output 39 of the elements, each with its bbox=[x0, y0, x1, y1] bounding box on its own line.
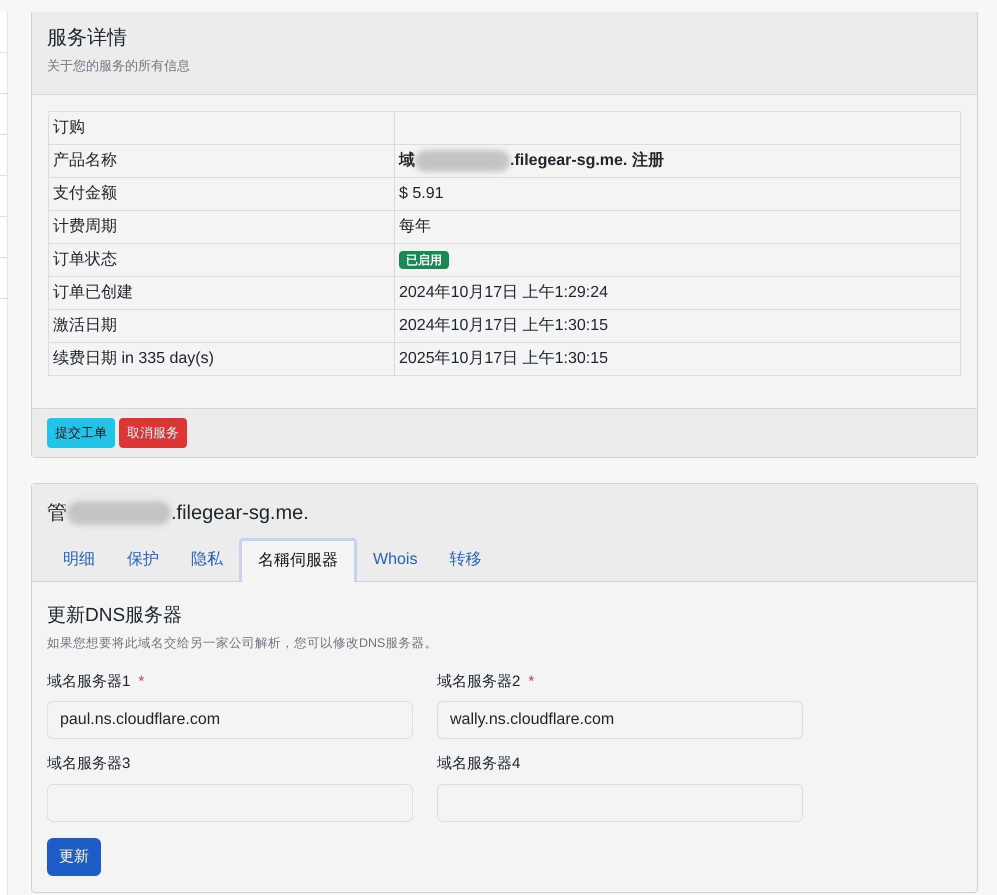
tab[interactable]: 名稱伺服器 bbox=[239, 538, 357, 582]
tab[interactable]: 明细 bbox=[47, 538, 111, 582]
tab[interactable]: 隐私 bbox=[175, 538, 239, 582]
nameserver-field[interactable]: wally.ns.cloudflare.com bbox=[437, 701, 803, 740]
tab[interactable]: 转移 bbox=[433, 538, 498, 582]
table-cell: 2024年10月17日 上午1:29:24 bbox=[399, 284, 608, 300]
product-name-start: 域 bbox=[399, 150, 415, 170]
table-cell: 订单状态 bbox=[48, 243, 394, 276]
table-cell: $ 5.91 bbox=[399, 184, 444, 202]
section-heading: 更新DNS服务器 bbox=[47, 604, 184, 628]
card-title-start: 管 bbox=[47, 500, 67, 526]
table-cell: 2025年10月17日 上午1:30:15 bbox=[399, 350, 608, 366]
table-cell: 每年 bbox=[399, 218, 431, 234]
section-description: 如果您想要将此域名交给另一家公司解析，您可以修改DNS服务器。 bbox=[47, 635, 438, 652]
product-name-end: .filegear-sg.me. 注册 bbox=[510, 150, 664, 170]
field-label: 域名服务器4 bbox=[437, 754, 520, 774]
tab[interactable]: 保护 bbox=[111, 538, 175, 582]
table-cell: 订购 bbox=[48, 111, 394, 144]
action-button[interactable]: 取消服务 bbox=[119, 418, 187, 448]
card-title: 服务详情 bbox=[47, 26, 128, 51]
table-cell: 产品名称 bbox=[48, 144, 394, 177]
table-cell: 支付金额 bbox=[48, 177, 394, 210]
status-badge: 已启用 bbox=[399, 250, 449, 268]
field-label: 域名服务器2 bbox=[437, 672, 520, 692]
table-cell: 续费日期 in 335 day(s) bbox=[48, 342, 394, 375]
table-cell: 激活日期 bbox=[48, 309, 394, 342]
table-cell: 计费周期 bbox=[48, 210, 394, 243]
field-label: 域名服务器1 bbox=[47, 672, 130, 692]
required-mark: * bbox=[138, 672, 144, 692]
required-mark: * bbox=[528, 672, 534, 692]
table-cell: 订单已创建 bbox=[48, 276, 394, 309]
update-button[interactable]: 更新 bbox=[47, 838, 101, 876]
action-button[interactable]: 提交工单 bbox=[47, 418, 115, 448]
field-label: 域名服务器3 bbox=[47, 754, 130, 774]
card-subtitle: 关于您的服务的所有信息 bbox=[47, 57, 191, 75]
tab[interactable]: Whois bbox=[357, 538, 434, 582]
card-title-end: .filegear-sg.me. bbox=[171, 500, 309, 526]
nameserver-field[interactable]: paul.ns.cloudflare.com bbox=[47, 701, 413, 740]
table-cell: 2024年10月17日 上午1:30:15 bbox=[399, 316, 608, 334]
